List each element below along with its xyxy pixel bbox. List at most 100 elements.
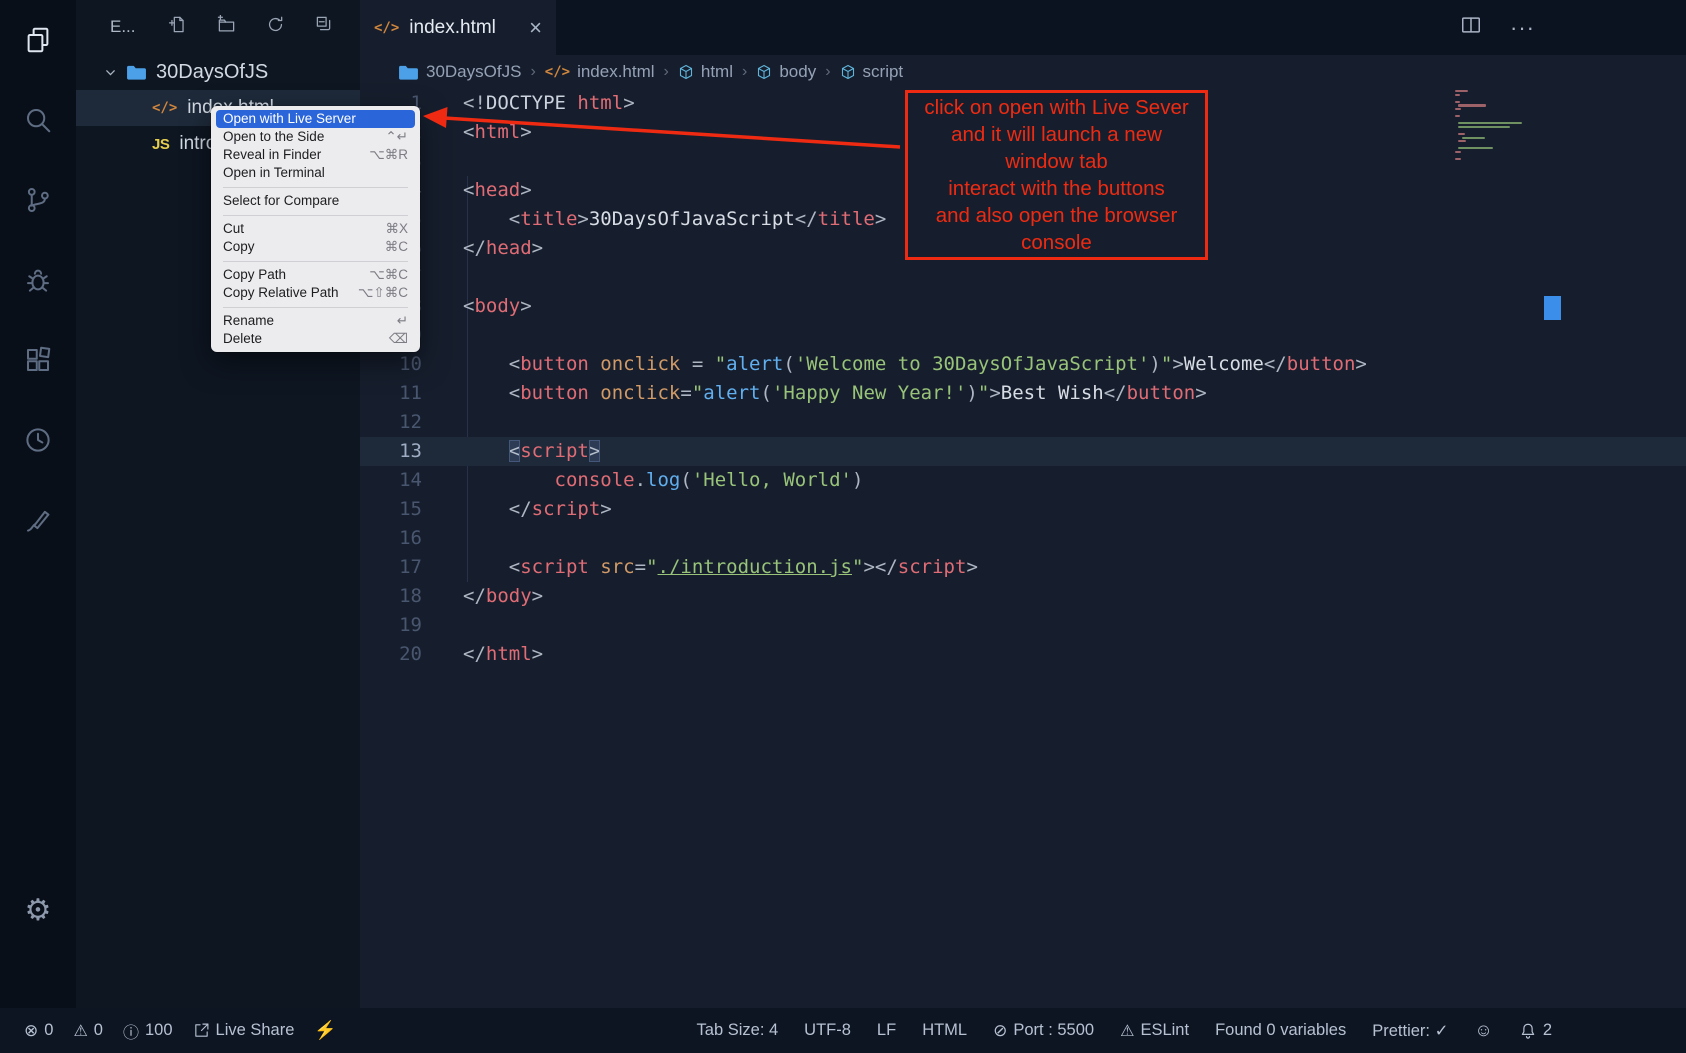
- menu-item-open-in-terminal[interactable]: Open in Terminal: [211, 164, 420, 182]
- menu-item-label: Open to the Side: [223, 128, 324, 146]
- minimap[interactable]: [1455, 90, 1543, 162]
- status-feedback[interactable]: ☺: [1474, 1020, 1492, 1041]
- breadcrumb-label: html: [701, 62, 733, 82]
- menu-item-shortcut: ⌥⇧⌘C: [358, 284, 408, 302]
- chevron-down-icon: [104, 66, 117, 79]
- code-line-11: 11 <button onclick="alert('Happy New Yea…: [360, 379, 1686, 408]
- menu-item-copy[interactable]: Copy⌘C: [211, 238, 420, 256]
- activity-item-run-debug[interactable]: [0, 240, 76, 320]
- line-content: </script>: [422, 495, 612, 524]
- folder-row-30daysofjs[interactable]: 30DaysOfJS: [76, 54, 360, 90]
- status-live-server-port[interactable]: ⊘ Port : 5500: [993, 1021, 1094, 1041]
- line-number: 14: [360, 466, 422, 495]
- status-info-count[interactable]: ⓘ100: [123, 1019, 173, 1043]
- menu-item-copy-relative-path[interactable]: Copy Relative Path ⌥⇧⌘C: [211, 284, 420, 302]
- menu-item-label: Copy Path: [223, 266, 286, 284]
- menu-separator: [223, 215, 408, 216]
- menu-item-label: Copy Relative Path: [223, 284, 339, 302]
- menu-item-open-to-the-side[interactable]: Open to the Side⌃↵: [211, 128, 420, 146]
- status-eol[interactable]: LF: [877, 1021, 896, 1040]
- line-content: <title>30DaysOfJavaScript</title>: [422, 205, 886, 234]
- split-icon: [1460, 14, 1482, 36]
- status-live-share[interactable]: Live Share: [193, 1021, 295, 1040]
- activity-item-source-control[interactable]: [0, 160, 76, 240]
- html-file-icon: </>: [374, 20, 399, 36]
- status-label: 0: [44, 1021, 53, 1040]
- status-eslint[interactable]: ⚠ESLint: [1120, 1021, 1189, 1041]
- breadcrumb-30DaysOfJS[interactable]: 30DaysOfJS: [398, 62, 521, 82]
- menu-item-reveal-in-finder[interactable]: Reveal in Finder⌥⌘R: [211, 146, 420, 164]
- menu-item-rename[interactable]: Rename↵: [211, 312, 420, 330]
- split-editor-button[interactable]: [1460, 14, 1482, 41]
- tab-index.html[interactable]: </> index.html ×: [360, 0, 556, 55]
- collapse-all-icon: [315, 15, 334, 34]
- bug-icon: [23, 265, 53, 295]
- new-folder-button[interactable]: [217, 15, 236, 39]
- code-line-19: 19: [360, 611, 1686, 640]
- line-content: console.log('Hello, World'): [422, 466, 863, 495]
- menu-item-shortcut: ⌫: [389, 330, 408, 348]
- close-icon[interactable]: ×: [529, 15, 542, 41]
- menu-item-cut[interactable]: Cut⌘X: [211, 220, 420, 238]
- activity-item-history[interactable]: [0, 400, 76, 480]
- scrollbar-marker[interactable]: [1544, 296, 1561, 320]
- breadcrumb-label: script: [863, 62, 904, 82]
- status-notifications[interactable]: 2: [1519, 1021, 1552, 1040]
- status-bolt[interactable]: ⚡: [314, 1020, 336, 1041]
- menu-item-open-with-live-server[interactable]: Open with Live Server: [216, 110, 415, 128]
- tab-label: index.html: [409, 17, 496, 39]
- line-content: <button onclick = "alert('Welcome to 30D…: [422, 350, 1367, 379]
- activity-item-search[interactable]: [0, 80, 76, 160]
- new-file-button[interactable]: [168, 15, 187, 39]
- status-tab-size[interactable]: Tab Size: 4: [697, 1021, 779, 1040]
- menu-item-label: Rename: [223, 312, 274, 330]
- settings-button[interactable]: ⚙: [0, 896, 76, 926]
- code-line-9: 9: [360, 321, 1686, 350]
- menu-item-select-for-compare[interactable]: Select for Compare: [211, 192, 420, 210]
- warning-icon: ⚠: [1120, 1021, 1134, 1041]
- activity-bar: ⚙: [0, 0, 76, 1008]
- annotation-line: and also open the browser: [936, 202, 1178, 229]
- menu-item-delete[interactable]: Delete⌫: [211, 330, 420, 348]
- status-errors[interactable]: ⊗0: [24, 1021, 53, 1041]
- status-variables[interactable]: Found 0 variables: [1215, 1021, 1346, 1040]
- breadcrumb-body[interactable]: body: [756, 62, 816, 82]
- status-prettier[interactable]: Prettier: ✓: [1372, 1021, 1448, 1041]
- menu-item-label: Reveal in Finder: [223, 146, 321, 164]
- line-number: 18: [360, 582, 422, 611]
- line-content: </html>: [422, 640, 543, 669]
- clock-icon: [23, 425, 53, 455]
- breadcrumb: 30DaysOfJS›</>index.html›html›body›scrip…: [360, 55, 1686, 89]
- status-label: 2: [1543, 1021, 1552, 1040]
- vscode-window: { "colors": { "annotation_red": "#ee2b12…: [0, 0, 1686, 1053]
- line-content: [422, 611, 463, 640]
- new-file-icon: [168, 15, 187, 34]
- breadcrumb-script[interactable]: script: [840, 62, 904, 82]
- activity-item-extensions[interactable]: [0, 320, 76, 400]
- status-encoding[interactable]: UTF-8: [804, 1021, 851, 1040]
- status-warnings[interactable]: ⚠0: [73, 1021, 103, 1041]
- code-line-16: 16: [360, 524, 1686, 553]
- status-label: Port : 5500: [1013, 1021, 1094, 1040]
- more-actions-button[interactable]: ···: [1510, 15, 1535, 41]
- line-number: 19: [360, 611, 422, 640]
- ellipsis-icon: ···: [1510, 15, 1535, 41]
- refresh-explorer-button[interactable]: [266, 15, 285, 39]
- circle-slash-icon: ⊘: [993, 1021, 1007, 1041]
- breadcrumb-index.html[interactable]: </>index.html: [545, 62, 655, 82]
- menu-item-copy-path[interactable]: Copy Path⌥⌘C: [211, 266, 420, 284]
- status-bar: ⊗0⚠0ⓘ100Live Share⚡ Tab Size: 4UTF-8LFHT…: [0, 1008, 1686, 1053]
- collapse-folders-button[interactable]: [315, 15, 334, 39]
- line-content: </body>: [422, 582, 543, 611]
- line-content: <script>: [422, 437, 600, 466]
- activity-item-edit-session[interactable]: [0, 480, 76, 560]
- line-content: </head>: [422, 234, 543, 263]
- context-menu: Open with Live ServerOpen to the Side⌃↵R…: [211, 106, 420, 352]
- status-language-mode[interactable]: HTML: [922, 1021, 967, 1040]
- activity-item-explorer[interactable]: [0, 0, 76, 80]
- files-icon: [23, 25, 53, 55]
- breadcrumb-html[interactable]: html: [678, 62, 733, 82]
- smiley-icon: ☺: [1474, 1020, 1492, 1041]
- menu-item-label: Cut: [223, 220, 244, 238]
- tab-bar: </> index.html × ···: [360, 0, 1686, 55]
